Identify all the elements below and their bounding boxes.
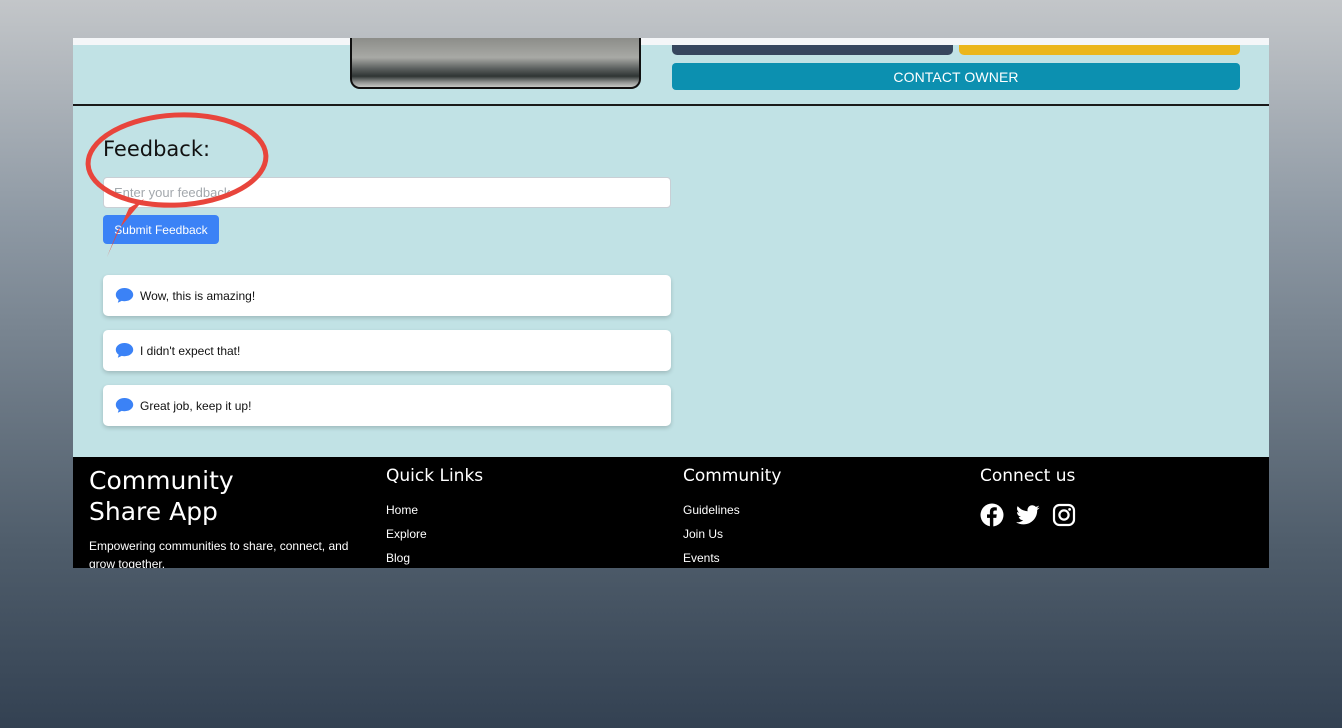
yellow-action-button[interactable]	[959, 45, 1240, 55]
chat-bubble-icon	[115, 342, 134, 359]
connect-title: Connect us	[980, 466, 1076, 486]
footer-tagline: Empowering communities to share, connect…	[89, 539, 349, 568]
feedback-item: Great job, keep it up!	[103, 385, 671, 426]
feedback-text: Wow, this is amazing!	[140, 288, 256, 303]
facebook-icon[interactable]	[980, 503, 1004, 527]
brand-line-1: Community	[89, 466, 234, 495]
feedback-item: Wow, this is amazing!	[103, 275, 671, 316]
footer: Community Share App Empowering communiti…	[73, 457, 1269, 568]
feedback-input[interactable]	[103, 177, 671, 208]
app-window: CONTACT OWNER Feedback: Submit Feedback …	[73, 38, 1269, 568]
connect-column: Connect us	[980, 465, 1076, 527]
dark-action-button[interactable]	[672, 45, 953, 55]
feedback-text: Great job, keep it up!	[140, 398, 252, 413]
instagram-icon[interactable]	[1052, 503, 1076, 527]
feedback-list: Wow, this is amazing! I didn't expect th…	[103, 275, 671, 440]
submit-feedback-button[interactable]: Submit Feedback	[103, 215, 219, 244]
quick-links-title: Quick Links	[386, 466, 484, 486]
footer-link-events[interactable]: Events	[683, 551, 781, 565]
chat-bubble-icon	[115, 397, 134, 414]
product-photo	[350, 38, 641, 89]
section-divider	[73, 104, 1269, 106]
twitter-icon[interactable]	[1016, 503, 1040, 527]
brand-line-2: Share App	[89, 497, 218, 526]
footer-link-home[interactable]: Home	[386, 503, 483, 517]
footer-link-join-us[interactable]: Join Us	[683, 527, 781, 541]
community-column: Community Guidelines Join Us Events	[683, 465, 781, 568]
social-links	[980, 503, 1076, 527]
footer-link-guidelines[interactable]: Guidelines	[683, 503, 781, 517]
footer-link-explore[interactable]: Explore	[386, 527, 483, 541]
contact-owner-button[interactable]: CONTACT OWNER	[672, 63, 1240, 90]
footer-link-blog[interactable]: Blog	[386, 551, 483, 565]
chat-bubble-icon	[115, 287, 134, 304]
community-title: Community	[683, 466, 782, 486]
feedback-item: I didn't expect that!	[103, 330, 671, 371]
quick-links-column: Quick Links Home Explore Blog	[386, 465, 483, 568]
footer-brand: Community Share App	[89, 465, 234, 527]
top-edge	[73, 38, 1269, 45]
feedback-text: I didn't expect that!	[140, 343, 241, 358]
feedback-heading: Feedback:	[103, 137, 211, 161]
